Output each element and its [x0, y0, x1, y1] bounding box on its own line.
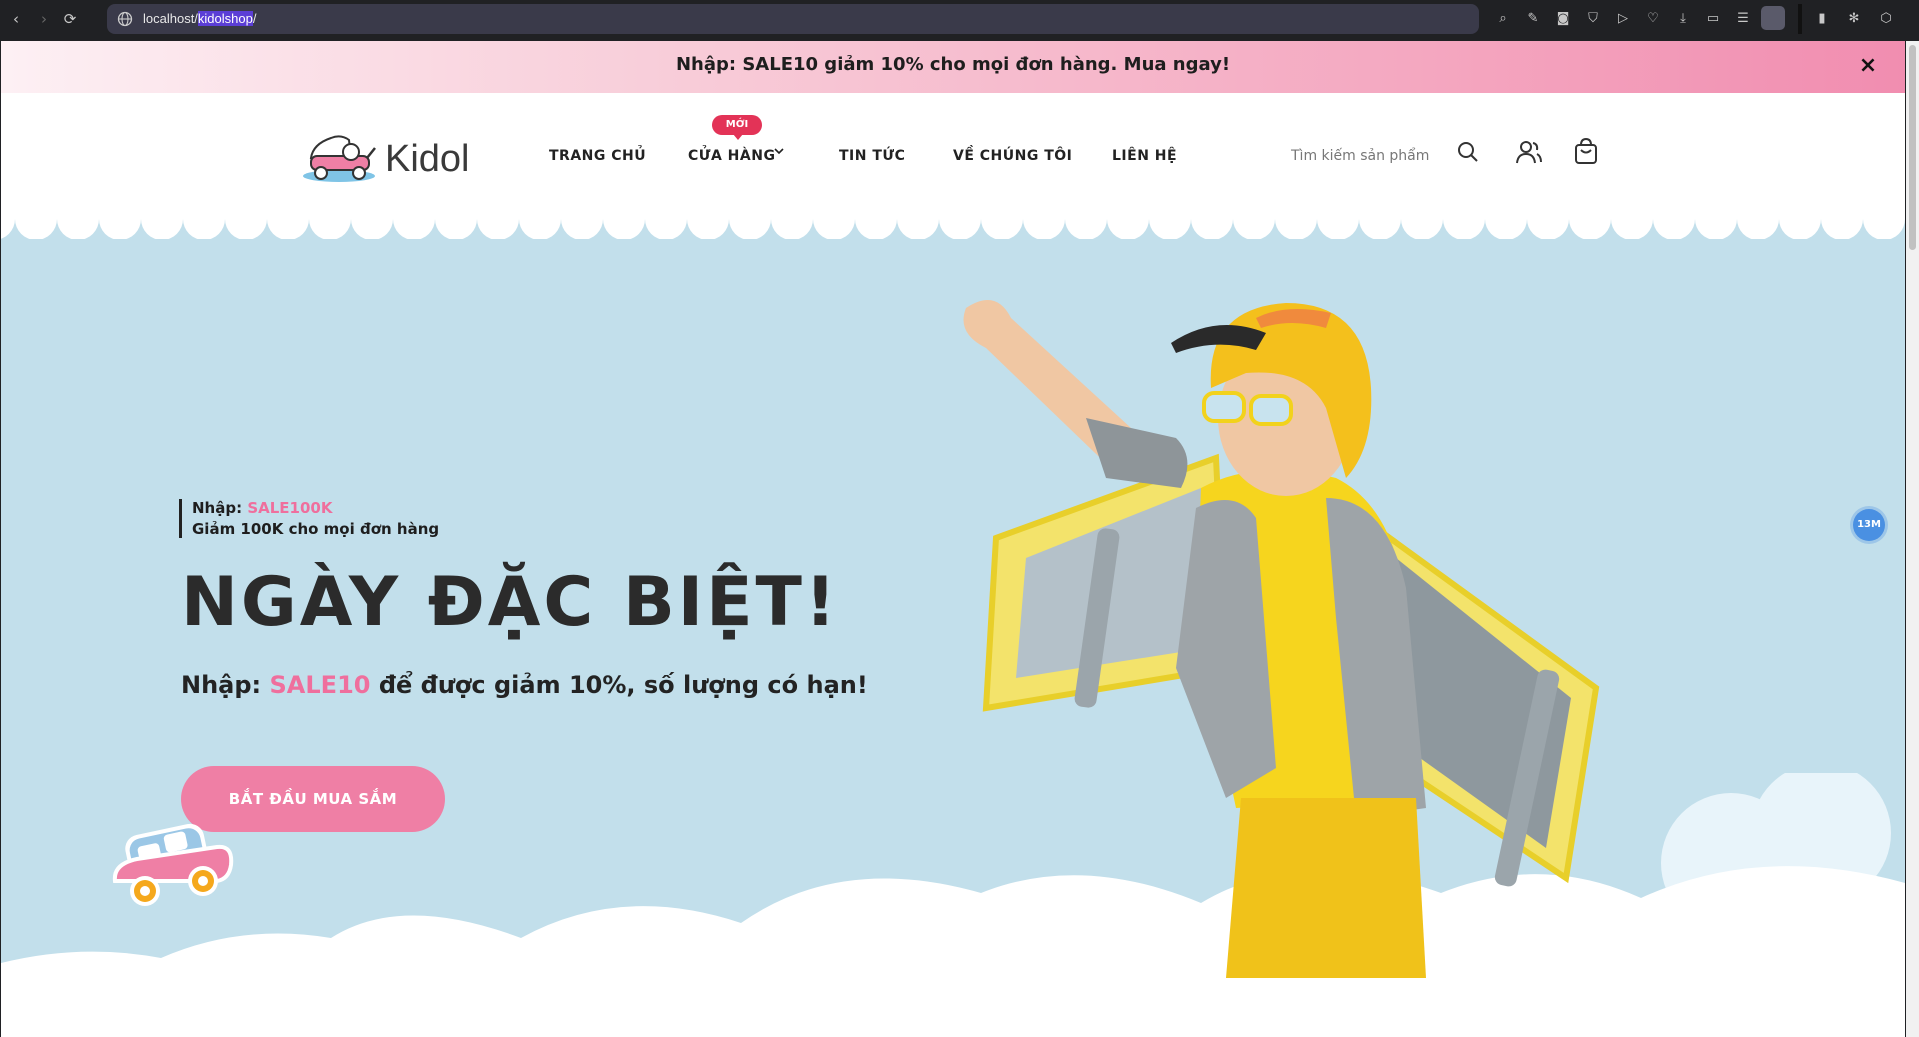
browser-toolbar: ‹ › ⟳ localhost/kidolshop/ ⌕ ✎ ◙ ⛉ ▷ ♡ ⤓… [0, 0, 1919, 38]
heart-icon[interactable]: ♡ [1643, 9, 1663, 29]
announcement-bar: Nhập: SALE10 giảm 10% cho mọi đơn hàng. … [1, 41, 1905, 93]
promo-description: Giảm 100K cho mọi đơn hàng [192, 520, 440, 538]
user-icon[interactable] [1515, 138, 1543, 166]
hero-banner: Nhập: SALE100K Giảm 100K cho mọi đơn hàn… [1, 213, 1905, 1037]
hero-headline: NGÀY ĐẶC BIỆT! [181, 563, 839, 642]
edit-icon[interactable]: ✎ [1523, 9, 1543, 29]
new-badge: MỚI [712, 115, 762, 140]
site-header: Kidol TRANG CHỦ MỚI CỬA HÀNG TIN TỨC VỀ … [1, 93, 1905, 213]
nav-home[interactable]: TRANG CHỦ [549, 148, 646, 164]
scallop-edge [1, 213, 1905, 239]
url-text: localhost/kidolshop/ [143, 11, 257, 26]
zoom-icon[interactable]: ⌕ [1493, 9, 1513, 29]
nav-about[interactable]: VỀ CHÚNG TÔI [953, 148, 1072, 164]
globe-icon [117, 11, 133, 27]
toolbar-divider [1798, 4, 1802, 34]
scrollbar-thumb[interactable] [1909, 45, 1916, 250]
brand-name: Kidol [385, 138, 470, 180]
back-icon[interactable]: ‹ [6, 9, 26, 29]
gear-icon[interactable]: ✻ [1844, 9, 1864, 29]
stroller-logo-icon [303, 135, 376, 182]
nav-shop[interactable]: CỬA HÀNG [688, 148, 775, 164]
sale-code: SALE10 [269, 671, 371, 699]
extension-icon[interactable]: ▮ [1812, 9, 1832, 29]
address-bar[interactable]: localhost/kidolshop/ [107, 4, 1479, 34]
floating-widget-button[interactable]: 13M [1853, 509, 1885, 541]
page-viewport: Nhập: SALE10 giảm 10% cho mọi đơn hàng. … [1, 41, 1905, 1037]
close-icon[interactable]: × [1858, 53, 1878, 78]
nav-news[interactable]: TIN TỨC [839, 148, 905, 164]
cart-icon[interactable] [1572, 137, 1600, 165]
announcement-text[interactable]: Nhập: SALE10 giảm 10% cho mọi đơn hàng. … [1, 54, 1905, 75]
toy-car-icon [112, 823, 234, 906]
profile-avatar[interactable] [1761, 6, 1785, 30]
download-icon[interactable]: ⤓ [1673, 9, 1693, 29]
site-logo[interactable]: Kidol [301, 130, 481, 184]
promo-code: SALE100K [247, 499, 333, 517]
cube-icon[interactable]: ⬡ [1876, 9, 1896, 29]
promo-callout: Nhập: SALE100K Giảm 100K cho mọi đơn hàn… [179, 499, 439, 538]
sidebar-icon[interactable]: ▭ [1703, 9, 1723, 29]
menu-icon[interactable]: ☰ [1733, 9, 1753, 29]
shield-icon[interactable]: ⛉ [1583, 9, 1603, 29]
page-scrollbar[interactable] [1906, 41, 1919, 1037]
chevron-down-icon[interactable] [773, 145, 785, 157]
forward-icon[interactable]: › [34, 9, 54, 29]
hero-kid-image [963, 300, 1600, 978]
search-icon[interactable] [1457, 141, 1479, 163]
reload-icon[interactable]: ⟳ [60, 9, 80, 29]
hero-subheadline: Nhập: SALE10 để được giảm 10%, số lượng … [181, 671, 868, 699]
search-input[interactable]: Tìm kiếm sản phẩm [1291, 148, 1429, 164]
promo-line: Nhập: SALE100K [192, 499, 333, 517]
camera-icon[interactable]: ◙ [1553, 9, 1573, 29]
play-icon[interactable]: ▷ [1613, 9, 1633, 29]
nav-contact[interactable]: LIÊN HỆ [1112, 148, 1177, 164]
